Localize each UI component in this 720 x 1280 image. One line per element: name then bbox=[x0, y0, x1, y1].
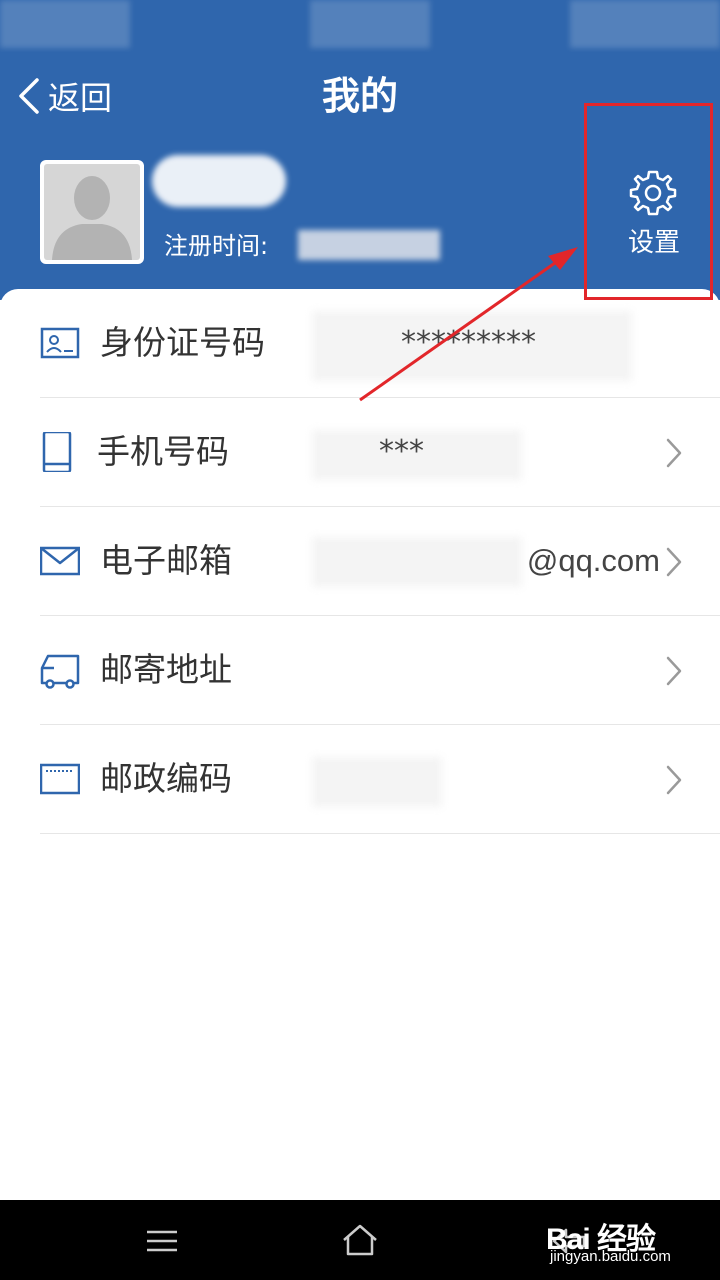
chevron-right-icon bbox=[666, 547, 682, 577]
chevron-right-icon bbox=[666, 438, 682, 468]
phone-icon bbox=[42, 432, 72, 472]
keyboard-icon bbox=[40, 763, 80, 795]
registration-time-label: 注册时间: bbox=[164, 232, 269, 260]
menu-icon bbox=[147, 1230, 177, 1252]
annotation-highlight-box bbox=[584, 103, 713, 300]
avatar[interactable] bbox=[40, 160, 144, 264]
home-button[interactable] bbox=[330, 1216, 390, 1266]
id-number-value: ********* bbox=[401, 325, 536, 360]
status-bar bbox=[0, 0, 720, 52]
mailing-address-row[interactable]: 邮寄地址 bbox=[40, 616, 720, 725]
phone-row[interactable]: 手机号码 *** bbox=[40, 398, 720, 507]
menu-button[interactable] bbox=[132, 1216, 192, 1266]
profile-info-card: 身份证号码 ********* 手机号码 *** 电子邮箱 @qq.com 邮寄… bbox=[0, 289, 720, 1200]
row-label: 身份证号码 bbox=[100, 323, 265, 362]
email-value: @qq.com bbox=[526, 543, 660, 578]
mail-icon bbox=[40, 546, 80, 576]
truck-icon bbox=[40, 654, 80, 689]
email-row[interactable]: 电子邮箱 @qq.com bbox=[40, 507, 720, 616]
postal-code-row[interactable]: 邮政编码 bbox=[40, 725, 720, 834]
row-label: 邮寄地址 bbox=[100, 650, 232, 689]
chevron-right-icon bbox=[666, 765, 682, 795]
chevron-right-icon bbox=[666, 656, 682, 686]
row-label: 电子邮箱 bbox=[100, 541, 232, 580]
id-number-row[interactable]: 身份证号码 ********* bbox=[40, 289, 720, 398]
default-avatar-icon bbox=[52, 176, 132, 260]
id-card-icon bbox=[40, 327, 80, 359]
home-icon bbox=[343, 1224, 377, 1256]
baidu-jingyan-watermark: Bai 经验 jingyan.baidu.com bbox=[538, 1212, 708, 1272]
watermark-url: jingyan.baidu.com bbox=[550, 1248, 671, 1265]
row-label: 手机号码 bbox=[97, 432, 229, 471]
phone-value: *** bbox=[379, 434, 424, 469]
row-label: 邮政编码 bbox=[100, 759, 232, 798]
